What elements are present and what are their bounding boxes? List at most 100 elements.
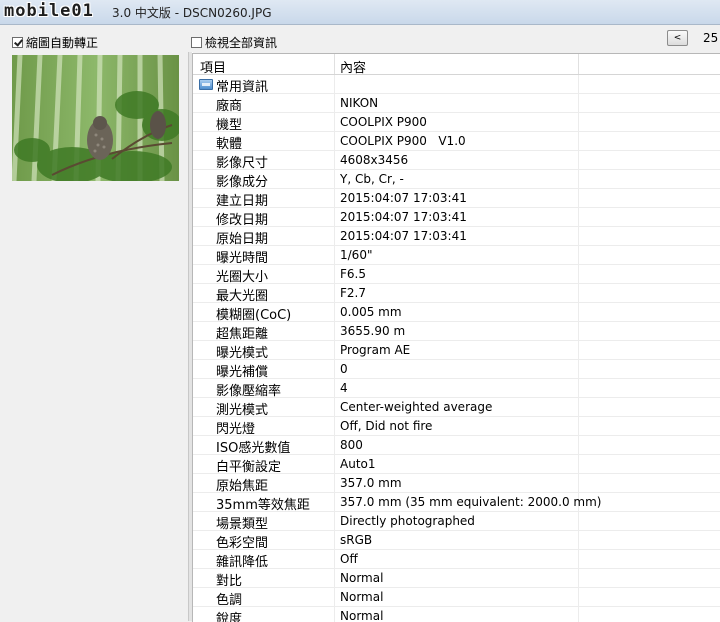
prev-image-button[interactable]: < <box>667 30 688 46</box>
row-key: 雜訊降低 <box>216 555 269 570</box>
table-row[interactable]: 原始日期 2015:04:07 17:03:41 <box>193 227 720 247</box>
app-logo: mobile01 <box>4 1 94 21</box>
view-all-label: 檢視全部資訊 <box>205 36 278 50</box>
row-key: 光圈大小 <box>216 270 269 285</box>
column-divider[interactable] <box>578 54 579 74</box>
table-group-row[interactable]: 常用資訊 <box>193 75 720 95</box>
title-bar: mobile01 3.0 中文版 - DSCN0260.JPG <box>0 0 720 25</box>
row-value: Off, Did not fire <box>340 419 433 433</box>
row-key: 閃光燈 <box>216 422 256 437</box>
row-value: 2015:04:07 17:03:41 <box>340 210 467 224</box>
toolbar: 縮圖自動轉正 檢視全部資訊 <box>0 26 720 52</box>
auto-rotate-checkbox[interactable]: 縮圖自動轉正 <box>12 34 98 51</box>
auto-rotate-label: 縮圖自動轉正 <box>26 36 99 50</box>
row-value: 4608x3456 <box>340 153 409 167</box>
view-all-checkbox[interactable]: 檢視全部資訊 <box>191 34 277 51</box>
row-value: COOLPIX P900 <box>340 115 427 129</box>
table-row[interactable]: 模糊圈(CoC) 0.005 mm <box>193 303 720 323</box>
row-value: NIKON <box>340 96 379 110</box>
row-value: Y, Cb, Cr, - <box>340 172 404 186</box>
table-row[interactable]: 銳度 Normal <box>193 607 720 622</box>
row-value: COOLPIX P900 V1.0 <box>340 134 466 148</box>
row-value: F2.7 <box>340 286 366 300</box>
row-value: Directly photographed <box>340 514 475 528</box>
row-value: 0.005 mm <box>340 305 402 319</box>
table-row[interactable]: 曝光時間 1/60" <box>193 246 720 266</box>
table-row[interactable]: ISO感光數值 800 <box>193 436 720 456</box>
row-value: Off <box>340 552 358 566</box>
row-key: 廠商 <box>216 99 243 114</box>
row-key: 白平衡設定 <box>216 460 282 475</box>
table-row[interactable]: 光圈大小 F6.5 <box>193 265 720 285</box>
row-key: 色彩空間 <box>216 536 269 551</box>
table-row[interactable]: 原始焦距 357.0 mm <box>193 474 720 494</box>
table-row[interactable]: 白平衡設定 Auto1 <box>193 455 720 475</box>
table-row[interactable]: 對比 Normal <box>193 569 720 589</box>
table-row[interactable]: 曝光模式 Program AE <box>193 341 720 361</box>
table-row[interactable]: 曝光補償 0 <box>193 360 720 380</box>
column-divider[interactable] <box>334 54 335 74</box>
table-row[interactable]: 超焦距離 3655.90 m <box>193 322 720 342</box>
row-key: 建立日期 <box>216 194 269 209</box>
exif-table: 項目 內容 常用資訊廠商 NIKON 機型 COOLPIX P900 軟體 COOLPIX… <box>192 53 720 622</box>
table-row[interactable]: 影像尺寸 4608x3456 <box>193 151 720 171</box>
checkbox-checked-icon[interactable] <box>12 37 23 48</box>
row-key: 軟體 <box>216 137 243 152</box>
row-key: 場景類型 <box>216 517 269 532</box>
table-row[interactable]: 影像成分 Y, Cb, Cr, - <box>193 170 720 190</box>
table-row[interactable]: 影像壓縮率 4 <box>193 379 720 399</box>
row-value: 4 <box>340 381 348 395</box>
table-row[interactable]: 建立日期 2015:04:07 17:03:41 <box>193 189 720 209</box>
column-header-content[interactable]: 內容 <box>340 57 366 76</box>
row-value: Normal <box>340 609 384 622</box>
row-key: 修改日期 <box>216 213 269 228</box>
row-value: Program AE <box>340 343 411 357</box>
row-key: 影像尺寸 <box>216 156 269 171</box>
row-value: 357.0 mm (35 mm equivalent: 2000.0 mm) <box>340 495 602 509</box>
window-title: 3.0 中文版 - DSCN0260.JPG <box>112 6 272 20</box>
table-row[interactable]: 色調 Normal <box>193 588 720 608</box>
table-row[interactable]: 機型 COOLPIX P900 <box>193 113 720 133</box>
row-key: 原始焦距 <box>216 479 269 494</box>
table-row[interactable]: 色彩空間 sRGB <box>193 531 720 551</box>
table-row[interactable]: 軟體 COOLPIX P900 V1.0 <box>193 132 720 152</box>
row-key: 最大光圈 <box>216 289 269 304</box>
table-row[interactable]: 修改日期 2015:04:07 17:03:41 <box>193 208 720 228</box>
row-key: 對比 <box>216 574 243 589</box>
table-row[interactable]: 最大光圈 F2.7 <box>193 284 720 304</box>
row-key: 測光模式 <box>216 403 269 418</box>
row-value: 1/60" <box>340 248 373 262</box>
row-key: 影像成分 <box>216 175 269 190</box>
row-key: 原始日期 <box>216 232 269 247</box>
row-key: 影像壓縮率 <box>216 384 282 399</box>
row-key: 銳度 <box>216 612 243 622</box>
row-key: 色調 <box>216 593 243 608</box>
table-row[interactable]: 場景類型 Directly photographed <box>193 512 720 532</box>
row-key: 35mm等效焦距 <box>216 498 310 513</box>
table-row[interactable]: 廠商 NIKON <box>193 94 720 114</box>
table-row[interactable]: 雜訊降低 Off <box>193 550 720 570</box>
row-value: 0 <box>340 362 348 376</box>
row-value: 800 <box>340 438 363 452</box>
row-key: 模糊圈(CoC) <box>216 308 292 323</box>
row-value: 3655.90 m <box>340 324 406 338</box>
info-group-icon <box>199 79 213 90</box>
page-count: 25 / <box>703 31 720 45</box>
group-label: 常用資訊 <box>216 80 269 95</box>
row-value: F6.5 <box>340 267 366 281</box>
row-value: Normal <box>340 571 384 585</box>
row-key: 曝光補償 <box>216 365 269 380</box>
row-value: 357.0 mm <box>340 476 402 490</box>
row-value: 2015:04:07 17:03:41 <box>340 229 467 243</box>
checkbox-unchecked-icon[interactable] <box>191 37 202 48</box>
table-header: 項目 內容 <box>193 54 720 76</box>
photo-thumbnail-image <box>12 55 179 181</box>
column-header-item[interactable]: 項目 <box>200 57 226 76</box>
row-key: 超焦距離 <box>216 327 269 342</box>
row-key: 機型 <box>216 118 243 133</box>
table-row[interactable]: 閃光燈 Off, Did not fire <box>193 417 720 437</box>
row-key: 曝光時間 <box>216 251 269 266</box>
table-row[interactable]: 測光模式 Center-weighted average <box>193 398 720 418</box>
table-row[interactable]: 35mm等效焦距 357.0 mm (35 mm equivalent: 2000… <box>193 493 720 513</box>
row-value: Normal <box>340 590 384 604</box>
